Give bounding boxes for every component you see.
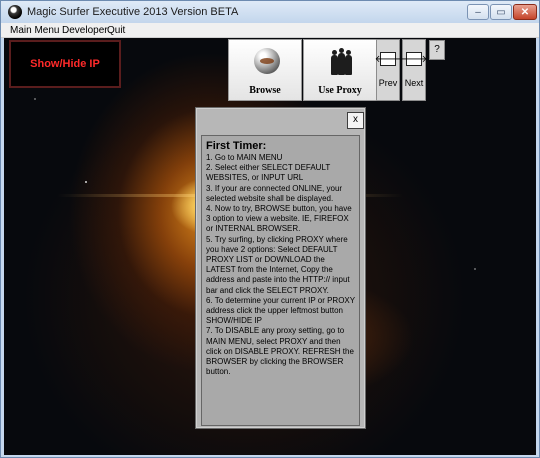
main-content-area: Show/Hide IP Browse Use Proxy 🡐 Prev 🡒 N… (4, 38, 536, 455)
arrow-left-icon: 🡐 (374, 52, 402, 66)
instructions-text: 1. Go to MAIN MENU 2. Select either SELE… (206, 153, 355, 377)
people-icon (331, 48, 353, 75)
minimize-button[interactable]: – (467, 4, 489, 20)
menu-developer[interactable]: Developer (62, 25, 108, 36)
use-proxy-label: Use Proxy (318, 85, 362, 96)
prev-button[interactable]: 🡐 Prev (374, 39, 402, 101)
app-window: Magic Surfer Executive 2013 Version BETA… (0, 0, 540, 458)
browse-label: Browse (249, 85, 281, 96)
show-hide-ip-label: Show/Hide IP (30, 58, 100, 70)
globe-icon (254, 48, 280, 74)
next-label: Next (404, 78, 424, 88)
star (474, 268, 476, 270)
browse-button[interactable]: Browse (228, 39, 302, 101)
panel-title: First Timer: (206, 140, 267, 152)
prev-label: Prev (378, 78, 398, 88)
star (34, 98, 36, 100)
star (85, 181, 87, 183)
app-logo-icon (8, 5, 22, 19)
maximize-button[interactable]: ▭ (490, 4, 512, 20)
arrow-right-icon: 🡒 (400, 52, 428, 66)
first-timer-panel: x First Timer: 1. Go to MAIN MENU 2. Sel… (195, 107, 366, 429)
instructions-textbox[interactable]: First Timer: 1. Go to MAIN MENU 2. Selec… (201, 135, 360, 426)
show-hide-ip-button[interactable]: Show/Hide IP (9, 40, 121, 88)
title-bar[interactable]: Magic Surfer Executive 2013 Version BETA… (1, 1, 539, 23)
use-proxy-button[interactable]: Use Proxy (303, 39, 377, 101)
next-button[interactable]: 🡒 Next (400, 39, 428, 101)
menu-quit[interactable]: Quit (107, 25, 125, 36)
help-button[interactable]: ? (429, 40, 445, 60)
window-title: Magic Surfer Executive 2013 Version BETA (27, 6, 239, 18)
close-window-button[interactable]: ✕ (513, 4, 537, 20)
menu-main[interactable]: Main Menu (10, 25, 59, 36)
close-panel-button[interactable]: x (347, 112, 364, 129)
menu-bar: Main Menu Developer Quit (1, 23, 539, 38)
